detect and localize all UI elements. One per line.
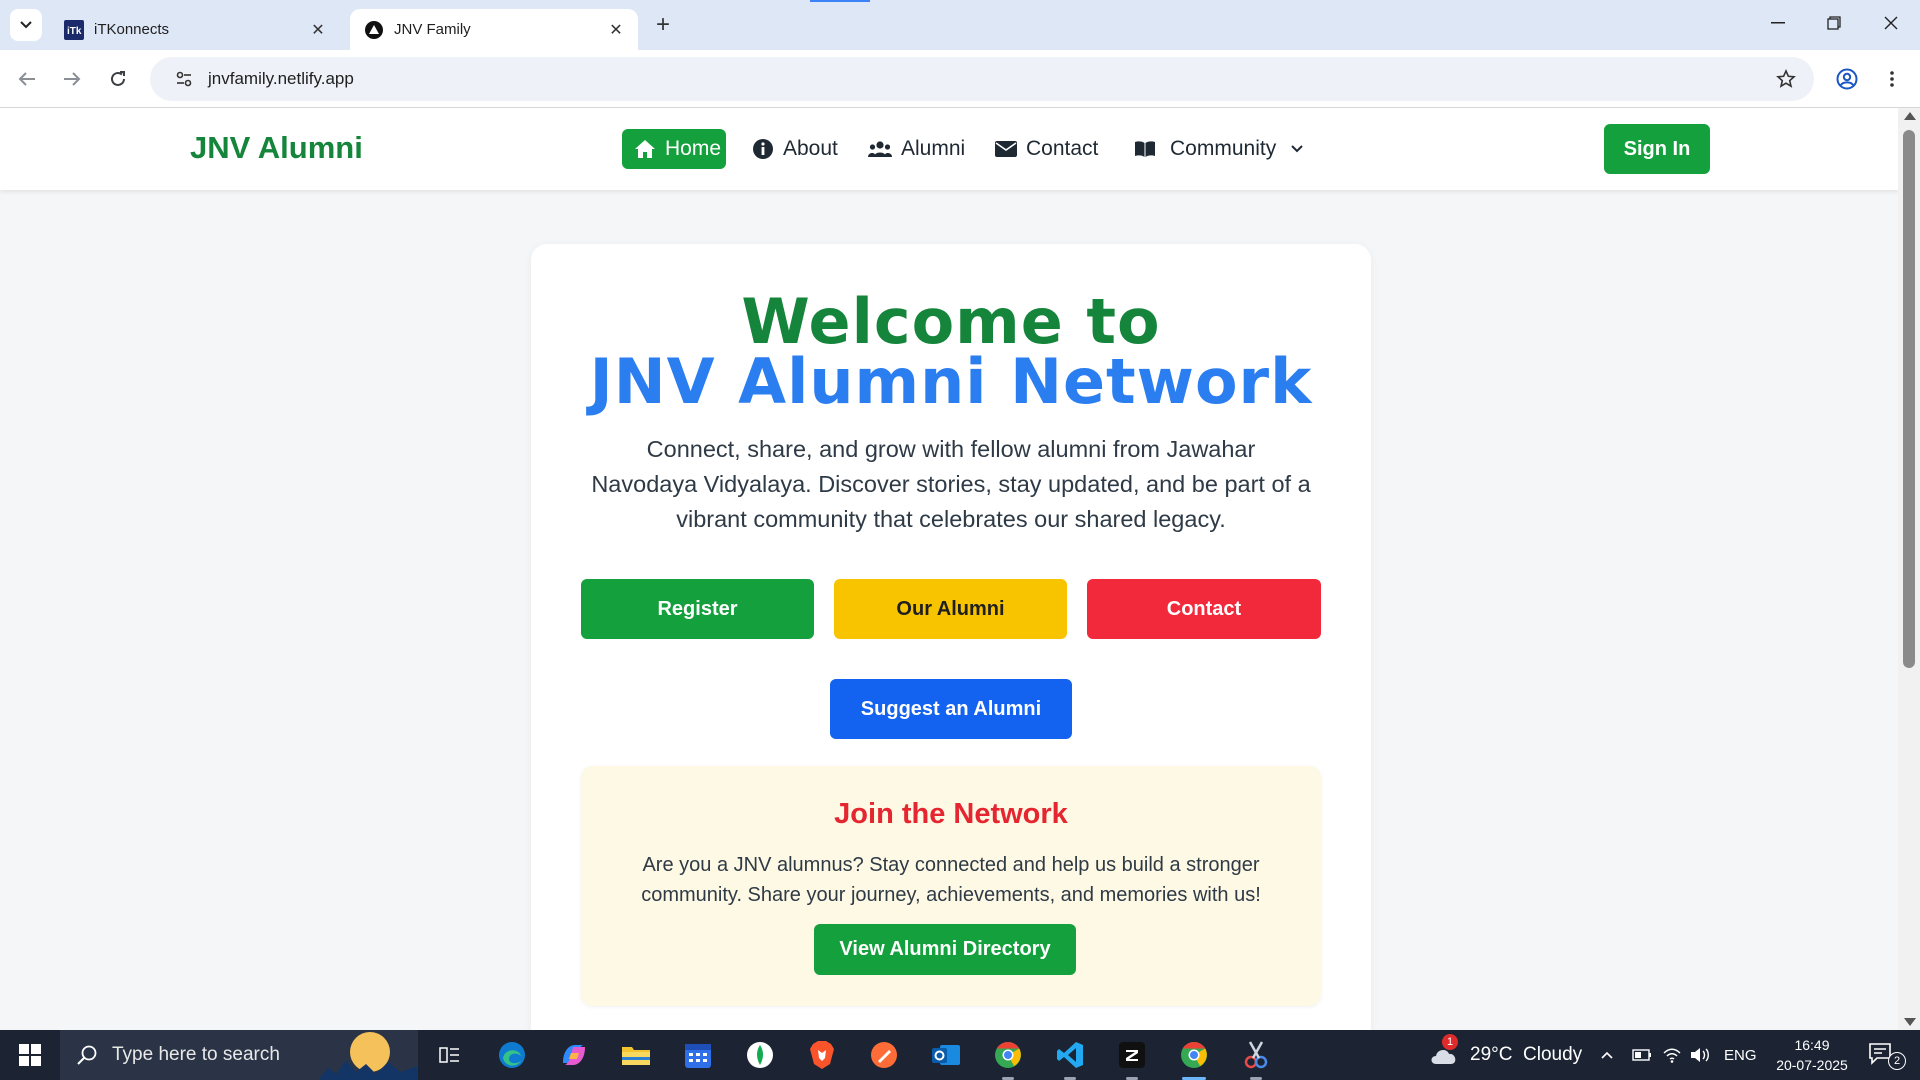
taskbar-clock[interactable]: 16:49 20-07-2025	[1766, 1035, 1858, 1075]
wifi-icon[interactable]	[1662, 1030, 1682, 1080]
back-icon[interactable]	[12, 64, 42, 94]
nav-community-dropdown[interactable]: Community	[1134, 129, 1313, 169]
nav-contact-label: Contact	[1026, 137, 1099, 160]
tab-title: iTKonnects	[94, 21, 170, 38]
chrome-profile-icon[interactable]	[990, 1038, 1026, 1080]
tab-jnv-family[interactable]: JNV Family ✕	[350, 9, 638, 50]
cloud-icon: 1	[1428, 1034, 1470, 1066]
weather-widget[interactable]: 1 29°C Cloudy	[1428, 1030, 1582, 1080]
scrollbar-thumb[interactable]	[1903, 130, 1915, 668]
minimize-icon[interactable]	[1758, 8, 1798, 38]
close-tab-icon[interactable]: ✕	[606, 20, 626, 40]
join-title: Join the Network	[834, 798, 1068, 830]
vscode-icon[interactable]	[1052, 1038, 1088, 1080]
hero-subtitle: Connect, share, and grow with fellow alu…	[591, 436, 1311, 532]
bookmark-star-icon[interactable]	[1774, 67, 1798, 91]
search-highlight-art-icon	[318, 1032, 418, 1080]
site-brand[interactable]: JNV Alumni	[190, 130, 363, 166]
browser-menu-icon[interactable]	[1877, 64, 1907, 94]
nav-home-label: Home	[665, 137, 722, 160]
itk-favicon-icon: iTk	[64, 19, 84, 40]
profile-icon[interactable]	[1832, 64, 1862, 94]
page-viewport: JNV Alumni Home About Alumni Contact Com…	[0, 108, 1920, 1030]
show-hidden-icons-chevron-up-icon[interactable]	[1600, 1030, 1614, 1080]
suggest-alumni-button[interactable]: Suggest an Alumni	[830, 679, 1072, 739]
nav-alumni[interactable]: Alumni	[868, 129, 965, 169]
chrome-browser-icon[interactable]	[1176, 1038, 1212, 1080]
nav-community-label: Community	[1170, 137, 1277, 160]
battery-icon[interactable]	[1632, 1030, 1652, 1080]
tab-loading-indicator	[810, 0, 870, 2]
notification-count-badge: 2	[1888, 1052, 1906, 1070]
weather-text: 29°C Cloudy	[1470, 1044, 1583, 1065]
envelope-icon	[995, 141, 1017, 157]
search-placeholder: Type here to search	[112, 1044, 280, 1065]
join-network-box: Join the Network Are you a JNV alumnus? …	[581, 766, 1321, 1006]
hero-card: Welcome to JNV Alumni Network Connect, s…	[531, 244, 1371, 1030]
copilot-icon[interactable]	[556, 1038, 592, 1072]
close-tab-icon[interactable]: ✕	[308, 20, 328, 40]
outlook-icon[interactable]	[928, 1038, 964, 1072]
hero-title-line2: JNV Alumni Network	[589, 345, 1313, 418]
netlify-favicon-icon	[364, 20, 384, 40]
forward-icon[interactable]	[57, 64, 87, 94]
nav-about-label: About	[783, 137, 838, 160]
terminal-app-icon[interactable]	[1114, 1038, 1150, 1080]
tab-search-button[interactable]	[10, 9, 42, 41]
svg-text:iTk: iTk	[67, 26, 82, 37]
contact-button[interactable]: Contact	[1087, 579, 1321, 639]
clock-date: 20-07-2025	[1776, 1057, 1848, 1073]
hero-title: Welcome to JNV Alumni Network	[531, 285, 1371, 418]
snipping-tool-icon[interactable]	[1238, 1038, 1274, 1080]
sign-in-button[interactable]: Sign In	[1604, 124, 1710, 174]
restore-icon[interactable]	[1814, 8, 1854, 38]
view-alumni-directory-button[interactable]: View Alumni Directory	[814, 924, 1076, 975]
register-button[interactable]: Register	[581, 579, 814, 639]
chevron-down-icon	[1291, 145, 1303, 153]
book-open-icon	[1135, 141, 1155, 157]
close-window-icon[interactable]	[1871, 8, 1911, 38]
nav-contact[interactable]: Contact	[995, 129, 1098, 169]
url-field[interactable]: jnvfamily.netlify.app	[150, 57, 1814, 101]
edge-browser-icon[interactable]	[494, 1038, 530, 1072]
notification-center-button[interactable]: 2	[1868, 1042, 1908, 1070]
site-navbar: JNV Alumni Home About Alumni Contact Com…	[0, 108, 1898, 190]
home-icon	[635, 140, 655, 158]
nav-home[interactable]: Home	[622, 129, 726, 169]
weather-alert-badge: 1	[1442, 1034, 1458, 1050]
site-settings-icon[interactable]	[172, 67, 196, 91]
volume-icon[interactable]	[1690, 1030, 1712, 1080]
reload-icon[interactable]	[103, 64, 133, 94]
tab-title: JNV Family	[394, 21, 471, 38]
postman-icon[interactable]	[866, 1038, 902, 1072]
chevron-down-icon	[20, 21, 32, 29]
url-text: jnvfamily.netlify.app	[208, 69, 354, 88]
windows-start-icon[interactable]	[10, 1040, 50, 1070]
mongodb-compass-icon[interactable]	[742, 1038, 778, 1072]
taskbar: Type here to search 1 29°C Cloudy ENG 16…	[0, 1030, 1920, 1080]
language-indicator[interactable]: ENG	[1724, 1030, 1757, 1080]
new-tab-button[interactable]: +	[650, 11, 676, 38]
scroll-up-arrow-icon[interactable]	[1904, 112, 1916, 120]
search-icon	[77, 1045, 97, 1065]
scroll-down-arrow-icon[interactable]	[1904, 1018, 1916, 1026]
browser-tab-strip: iTk iTKonnects ✕ JNV Family ✕ +	[0, 0, 1920, 50]
nav-alumni-label: Alumni	[901, 137, 966, 160]
task-view-icon[interactable]	[432, 1038, 468, 1072]
page-scrollbar[interactable]	[1898, 108, 1920, 1030]
info-icon	[753, 139, 773, 159]
brave-browser-icon[interactable]	[804, 1038, 840, 1072]
clock-time: 16:49	[1794, 1037, 1830, 1053]
file-explorer-icon[interactable]	[618, 1038, 654, 1072]
address-bar: jnvfamily.netlify.app	[0, 50, 1920, 108]
calendar-app-icon[interactable]	[680, 1038, 716, 1072]
users-icon	[868, 141, 892, 157]
hero-title-line1: Welcome to	[741, 285, 1161, 358]
our-alumni-button[interactable]: Our Alumni	[834, 579, 1067, 639]
tab-itkonnects[interactable]: iTk iTKonnects ✕	[50, 9, 340, 50]
nav-about[interactable]: About	[752, 129, 838, 169]
join-text: Are you a JNV alumnus? Stay connected an…	[641, 854, 1261, 906]
